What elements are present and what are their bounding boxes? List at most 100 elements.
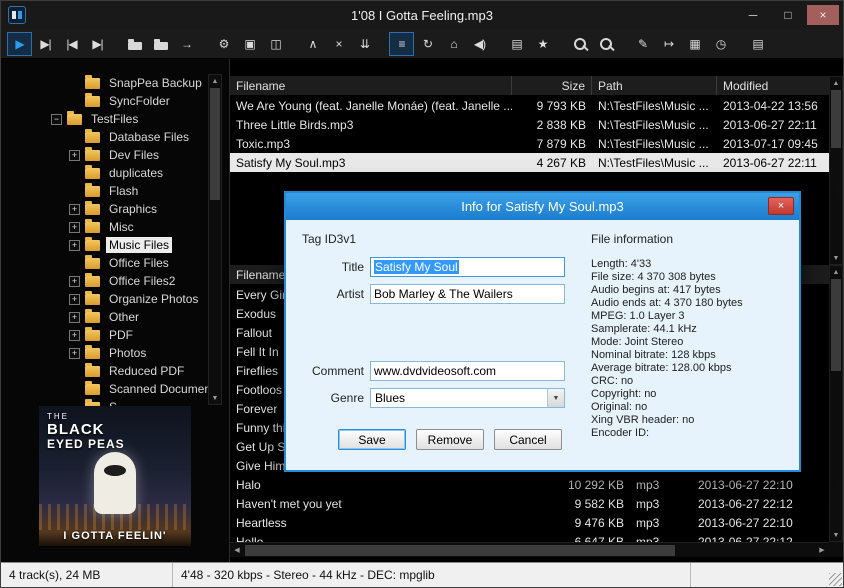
title-bar[interactable]: 1'08 I Gotta Feeling.mp3 ─ □ × (1, 1, 843, 29)
artist-input[interactable]: Bob Marley & The Wailers (370, 284, 565, 304)
file-row[interactable]: Three Little Birds.mp32 838 KBN:\TestFil… (230, 115, 829, 134)
comment-input[interactable]: www.dvdvideosoft.com (370, 361, 565, 381)
tree-item[interactable]: −TestFiles (1, 110, 207, 128)
tree-expander-icon[interactable]: + (69, 204, 80, 215)
scroll-down-icon[interactable]: ▼ (209, 392, 221, 404)
title-input[interactable]: Satisfy My Soul (370, 257, 565, 277)
cancel-button[interactable]: Cancel (494, 429, 562, 450)
genre-select[interactable]: Blues ▼ (370, 388, 565, 408)
tree-expander-icon[interactable]: + (69, 240, 80, 251)
file-row[interactable]: Toxic.mp37 879 KBN:\TestFiles\Music ...2… (230, 134, 829, 153)
tree-item[interactable]: Flash (1, 182, 207, 200)
tree-item[interactable]: +PDF (1, 326, 207, 344)
favorites-star-button[interactable]: ★ (530, 32, 555, 56)
tree-expander-icon[interactable]: + (69, 276, 80, 287)
file-row[interactable]: Heartless9 476 KBmp32013-06-27 22:10 (230, 513, 829, 532)
scroll-down-icon[interactable]: ▼ (830, 529, 842, 541)
file-info-button[interactable]: ▤ (504, 32, 529, 56)
horizontal-scrollbar[interactable]: ◀ ▶ (230, 542, 829, 557)
column-header-filename[interactable]: Filename (230, 76, 512, 95)
save-button[interactable]: Save (338, 429, 406, 450)
scroll-up-icon[interactable]: ▲ (209, 75, 221, 87)
rename-button[interactable]: ✎ (630, 32, 655, 56)
report-button[interactable]: ▤ (745, 32, 770, 56)
dialog-close-button[interactable]: × (768, 197, 794, 215)
tree-item[interactable]: +Misc (1, 218, 207, 236)
tree-item[interactable]: +Office Files2 (1, 272, 207, 290)
arrow-right-button[interactable]: → (174, 32, 199, 56)
tree-expander-icon[interactable]: + (69, 348, 80, 359)
scroll-down-icon[interactable]: ▼ (830, 252, 842, 264)
tree-item[interactable]: Database Files (1, 128, 207, 146)
tree-item[interactable]: +Music Files (1, 236, 207, 254)
tree-item[interactable]: Scanned Documents (1, 380, 207, 398)
tree-expander-icon[interactable]: + (69, 312, 80, 323)
tree-item[interactable]: +Other (1, 308, 207, 326)
close-button[interactable]: × (807, 5, 839, 25)
timer-button[interactable]: ◷ (708, 32, 733, 56)
toolbar-icon: ◫ (270, 37, 280, 51)
tree-item[interactable]: +Dev Files (1, 146, 207, 164)
resize-grip[interactable] (829, 573, 842, 586)
minimize-button[interactable]: ─ (737, 5, 769, 25)
cell-filename: Haven't met you yet (230, 494, 535, 513)
settings-gear-button[interactable]: ⚙ (211, 32, 236, 56)
skip-end-button[interactable]: ▶| (85, 32, 110, 56)
tree-scrollbar[interactable]: ▲ ▼ (208, 74, 222, 405)
status-extra (691, 563, 843, 587)
tree-expander-icon[interactable]: + (69, 330, 80, 341)
scroll-up-icon[interactable]: ▲ (830, 266, 842, 278)
file-row[interactable]: Halo10 292 KBmp32013-06-27 22:10 (230, 475, 829, 494)
scroll-left-icon[interactable]: ◀ (231, 544, 243, 556)
scroll-thumb[interactable] (831, 279, 841, 371)
play-next-button[interactable]: ▶| (33, 32, 58, 56)
tree-item[interactable]: +Organize Photos (1, 290, 207, 308)
top-list-scrollbar[interactable]: ▲ ▼ (829, 76, 843, 265)
tree-item[interactable]: duplicates (1, 164, 207, 182)
volume-button[interactable]: ◀) (467, 32, 492, 56)
tree-item[interactable]: SnapPea Backup (1, 74, 207, 92)
dialog-title-bar[interactable]: Info for Satisfy My Soul.mp3 × (286, 193, 799, 220)
folder-up-button[interactable] (122, 32, 147, 56)
scroll-thumb[interactable] (245, 545, 675, 556)
tree-expander-icon[interactable]: + (69, 150, 80, 161)
list-view-button[interactable]: ≡ (389, 32, 414, 56)
tree-item[interactable]: Office Files (1, 254, 207, 272)
file-row[interactable]: Haven't met you yet9 582 KBmp32013-06-27… (230, 494, 829, 513)
bottom-list-scrollbar[interactable]: ▲ ▼ (829, 265, 843, 542)
search-button[interactable] (567, 32, 592, 56)
collapse-button[interactable]: ∧ (300, 32, 325, 56)
file-row[interactable]: Hello6 647 KBmp32013-06-27 22:12 (230, 532, 829, 542)
columns-layout-button[interactable]: ◫ (263, 32, 288, 56)
file-row[interactable]: We Are Young (feat. Janelle Monáe) (feat… (230, 96, 829, 115)
column-header-modified[interactable]: Modified (717, 76, 829, 95)
search-files-button[interactable] (593, 32, 618, 56)
scroll-thumb[interactable] (210, 88, 220, 200)
file-info-line: Xing VBR header: no (591, 414, 791, 427)
tree-item[interactable]: +Graphics (1, 200, 207, 218)
column-header-size[interactable]: Size (512, 76, 592, 95)
remove-button[interactable]: Remove (416, 429, 484, 450)
tag-editor-button[interactable]: ▦ (682, 32, 707, 56)
tree-item[interactable]: SyncFolder (1, 92, 207, 110)
scroll-up-icon[interactable]: ▲ (830, 77, 842, 89)
refresh-button[interactable]: ↻ (415, 32, 440, 56)
tree-expander-icon[interactable]: + (69, 222, 80, 233)
tree-expander-icon[interactable]: + (69, 294, 80, 305)
tree-item[interactable]: +Photos (1, 344, 207, 362)
move-to-button[interactable]: ↦ (656, 32, 681, 56)
sort-down-button[interactable]: ⇊ (352, 32, 377, 56)
column-header-path[interactable]: Path (592, 76, 717, 95)
skip-start-button[interactable]: |◀ (59, 32, 84, 56)
scroll-right-icon[interactable]: ▶ (816, 544, 828, 556)
maximize-button[interactable]: □ (772, 5, 804, 25)
home-button[interactable]: ⌂ (441, 32, 466, 56)
delete-button[interactable]: × (326, 32, 351, 56)
tree-item[interactable]: Reduced PDF (1, 362, 207, 380)
scroll-thumb[interactable] (831, 90, 841, 148)
duplicate-window-button[interactable]: ▣ (237, 32, 262, 56)
tree-expander-icon[interactable]: − (51, 114, 62, 125)
play-button[interactable]: ▶ (7, 32, 32, 56)
folder-open-button[interactable] (148, 32, 173, 56)
file-row[interactable]: Satisfy My Soul.mp34 267 KBN:\TestFiles\… (230, 153, 829, 172)
